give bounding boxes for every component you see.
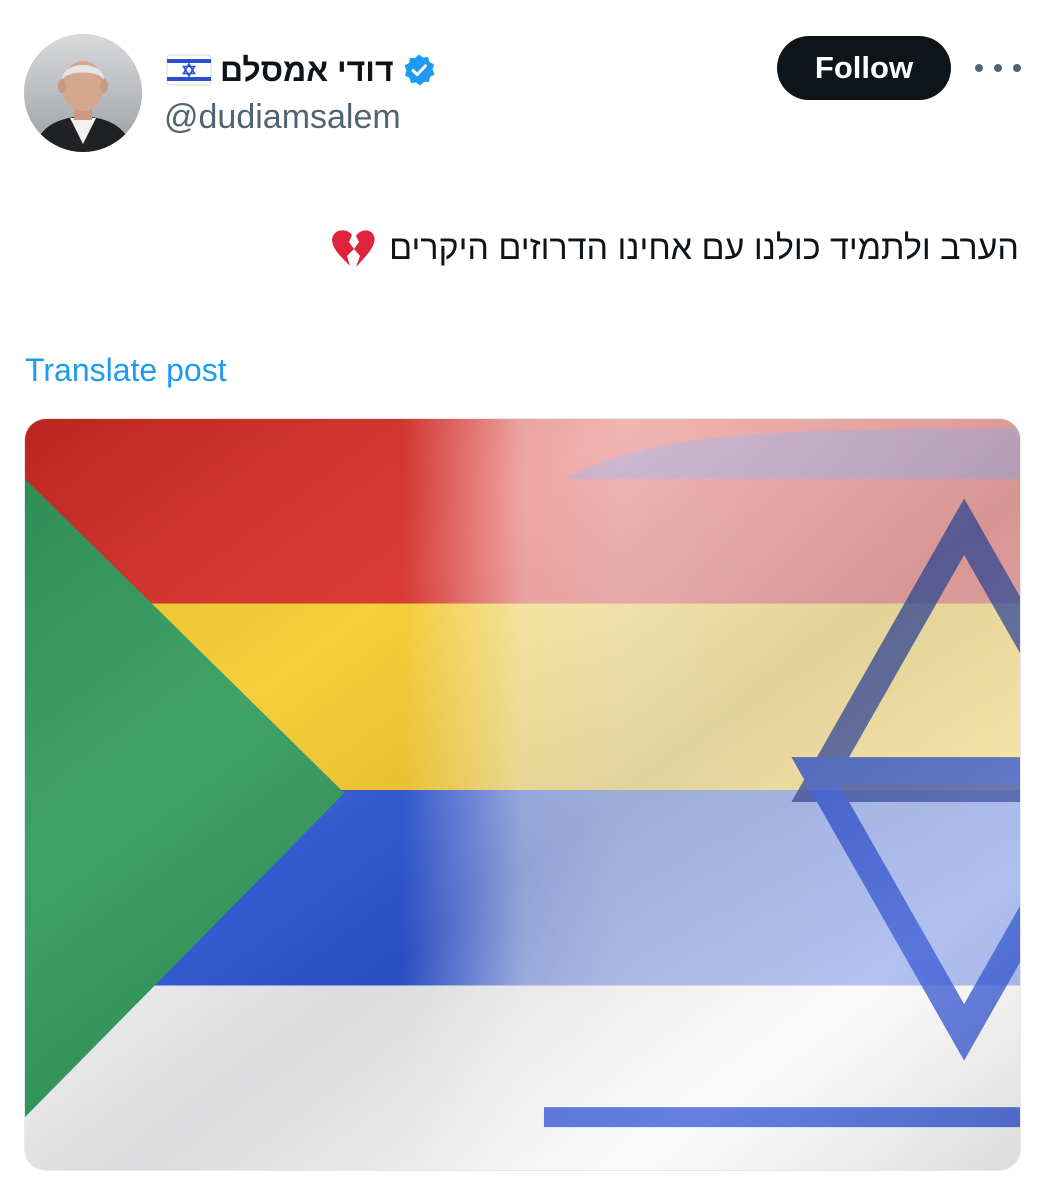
post-body: הערב ולתמיד כולנו עם אחינו הדרוזים היקרי… — [329, 222, 1019, 274]
author-handle[interactable]: @dudiamsalem — [164, 96, 401, 138]
author-name-row[interactable]: דודי אמסלם — [166, 48, 436, 92]
more-horizontal-icon[interactable] — [975, 52, 1021, 84]
more-dot — [1013, 64, 1021, 72]
more-dot — [994, 64, 1002, 72]
israel-flag-icon — [166, 54, 212, 86]
tweet-card: דודי אמסלם @dudiamsalem Follow הערב ולתמ… — [0, 0, 1045, 1200]
verified-badge-icon — [404, 54, 435, 86]
post-image[interactable] — [24, 418, 1021, 1171]
display-name[interactable]: דודי אמסלם — [220, 50, 394, 90]
avatar[interactable] — [24, 34, 142, 152]
more-dot — [975, 64, 983, 72]
follow-button[interactable]: Follow — [777, 36, 951, 100]
translate-post-link[interactable]: Translate post — [25, 350, 227, 390]
druze-israel-flag-blend — [25, 419, 1020, 1170]
broken-heart-icon — [332, 230, 375, 267]
post-text: הערב ולתמיד כולנו עם אחינו הדרוזים היקרי… — [389, 229, 1019, 267]
